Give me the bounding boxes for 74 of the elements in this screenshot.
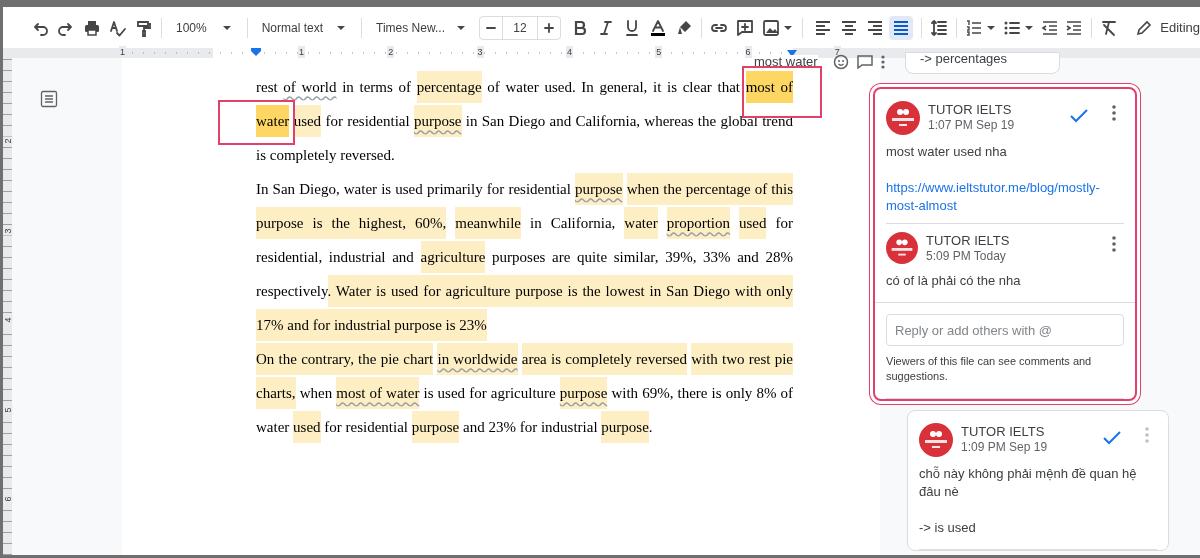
comment-thread-card[interactable]: TUTOR IELTS 1:09 PM Sep 19 chỗ này không phải mệnh đề quan hệ đâu nè -> is used (907, 410, 1169, 551)
font-dropdown[interactable]: Times New... (370, 18, 473, 37)
document-text-line: purpose is the highest, 60%, meanwhile in California, water proportion used for (256, 206, 793, 240)
resolve-check-icon[interactable] (1070, 109, 1088, 123)
ruler-number: 5 (3, 405, 13, 414)
resolve-check-icon[interactable] (1103, 431, 1121, 445)
more-icon[interactable] (881, 55, 885, 69)
increase-indent-icon[interactable] (1064, 18, 1083, 37)
comment-author: TUTOR IELTS (928, 102, 1013, 118)
comment-text: có of là phải có the nha (886, 272, 1022, 290)
align-center-icon (839, 18, 858, 37)
clear-formatting-icon[interactable] (1099, 18, 1118, 37)
ruler-number: 3 (476, 46, 484, 58)
document-text-line: On the contrary, the pie chart in worldwide area is completely reversed with two rest pie (256, 342, 793, 376)
ruler-number: 7 (833, 46, 841, 58)
ruler-number: 4 (565, 46, 573, 58)
print-icon[interactable] (83, 18, 101, 37)
comment-text: -> percentages (920, 51, 1009, 67)
document-text-line: 17% and for industrial purpose is 23% (256, 308, 793, 342)
document-text-line: respectively. Water is used for agriculture purpose is the lowest in San Diego with only (256, 274, 793, 308)
avatar-icon (886, 232, 918, 264)
line-spacing-icon[interactable] (929, 18, 948, 37)
document-text-line: residential, industrial and agriculture purposes are quite similar, 39%, 33% and 28% (256, 240, 793, 274)
ruler-number: 3 (3, 226, 13, 235)
ruler-number: 4 (3, 315, 13, 325)
comment-author: TUTOR IELTS (926, 233, 1011, 249)
align-left-icon (813, 18, 832, 37)
emoji-reaction-icon[interactable] (833, 54, 849, 70)
comment-text: most water used nha (886, 143, 1008, 161)
align-right-icon (865, 18, 884, 37)
align-justify-icon (891, 18, 910, 37)
indent-marker-icon[interactable] (251, 48, 261, 56)
avatar-icon (919, 423, 953, 457)
ruler-number: 5 (655, 46, 663, 58)
document-text-line: rest of world in terms of percentage of water used. In general, it is clear that most of (256, 70, 793, 104)
ruler-number: 1 (119, 46, 126, 58)
avatar-icon (886, 101, 920, 135)
comment-card[interactable]: -> percentages (905, 52, 1060, 74)
comment-text: -> is used (919, 519, 977, 537)
comment-icon[interactable] (857, 55, 873, 69)
document-text-line: is completely reversed. (256, 146, 396, 165)
comment-time: 5:09 PM Today (926, 249, 1007, 264)
document-outline-icon[interactable] (40, 90, 58, 108)
document-text-line: In San Diego, water is used primarily for residential purpose when the percentage of this (256, 172, 793, 206)
pencil-icon (1136, 19, 1153, 36)
document-text-line: water used for residential purpose and 23% for industrial purpose. (256, 410, 793, 444)
ruler-number: 2 (387, 46, 395, 58)
ruler-number: 6 (3, 494, 13, 504)
add-comment-icon[interactable] (735, 18, 754, 37)
reply-field[interactable]: Reply or add others with @ (886, 314, 1124, 346)
decrease-indent-icon[interactable] (1040, 18, 1059, 37)
comment-time: 1:07 PM Sep 19 (928, 118, 1016, 133)
paint-format-icon[interactable] (135, 18, 153, 37)
document-text-line: water used for residential purpose in San Diego and California, whereas the global trend (256, 104, 793, 138)
viewers-note: Viewers of this file can see comments and suggestions. (886, 354, 1093, 384)
image-icon[interactable] (761, 18, 780, 37)
font-size-field[interactable]: 12 (501, 16, 538, 39)
comment-author: TUTOR IELTS (961, 424, 1046, 440)
editing-mode-button[interactable]: Editing (1136, 17, 1200, 38)
ruler-number: 6 (744, 46, 752, 58)
ruler-number: 1 (298, 46, 305, 58)
document-text-line: charts, when most of water is used for agriculture purpose with 69%, there is only 8% of (256, 376, 793, 410)
align-justify-button[interactable] (888, 15, 913, 40)
spellcheck-icon[interactable] (109, 18, 127, 37)
comment-time: 1:09 PM Sep 19 (961, 440, 1049, 455)
comment-link[interactable]: https://www.ieltstutor.me/blog/mostly-most-almost (886, 179, 1116, 215)
comment-text: chỗ này không phải mệnh đề quan hệ đâu nè (919, 465, 1138, 501)
ruler-number: 2 (3, 136, 13, 146)
numbered-list-icon[interactable] (964, 18, 983, 37)
zoom-dropdown[interactable]: 100% (170, 18, 239, 37)
more-icon[interactable] (1112, 105, 1116, 121)
more-icon[interactable] (1112, 236, 1116, 252)
style-dropdown[interactable]: Normal text (255, 18, 354, 37)
text-color-icon[interactable] (648, 18, 667, 37)
